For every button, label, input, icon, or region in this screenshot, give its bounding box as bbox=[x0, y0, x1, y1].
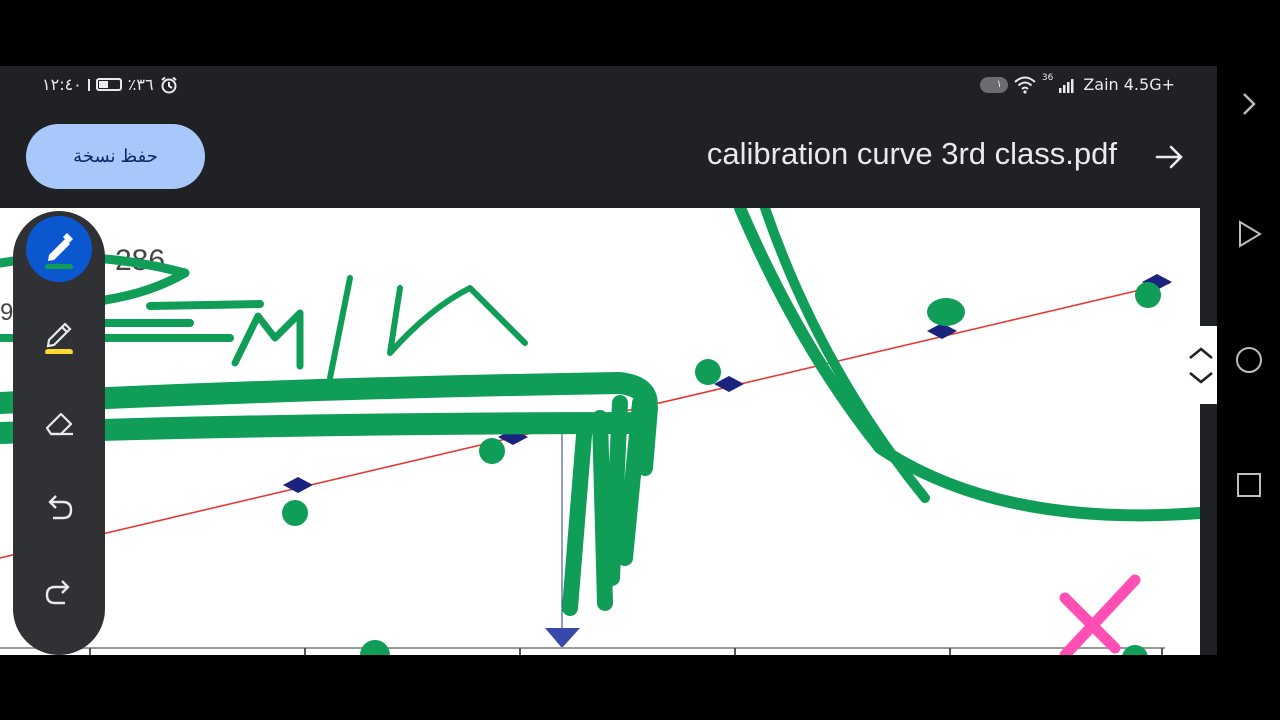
highlighter-tool-button[interactable] bbox=[26, 301, 92, 367]
projection-arrowhead bbox=[545, 628, 580, 648]
wifi-icon bbox=[1014, 76, 1036, 94]
status-left-group: ١٢:٤٠ ٪٣٦ bbox=[42, 75, 178, 94]
battery-icon bbox=[95, 78, 122, 91]
bottom-letterbox bbox=[0, 655, 1280, 720]
recents-square-icon[interactable] bbox=[1233, 469, 1265, 501]
pdf-page-canvas[interactable]: 286 9 bbox=[0, 208, 1200, 655]
clock: ١٢:٤٠ bbox=[42, 75, 82, 94]
redo-button[interactable] bbox=[26, 560, 92, 626]
toolbar-header: حفظ نسخة calibration curve 3rd class.pdf bbox=[0, 106, 1217, 208]
play-icon[interactable] bbox=[1233, 218, 1265, 250]
carrier-name: Zain 4.5G+ bbox=[1083, 75, 1175, 94]
battery-percent: ٪٣٦ bbox=[127, 75, 154, 94]
chevron-up-down-icon bbox=[1189, 347, 1213, 384]
ink-annotations bbox=[0, 208, 1200, 616]
alarm-icon bbox=[160, 76, 177, 93]
redo-icon bbox=[45, 580, 70, 605]
vpn-badge: ١ bbox=[979, 76, 1008, 93]
signal-icon bbox=[1059, 78, 1074, 93]
top-letterbox bbox=[0, 0, 1280, 66]
x-axis-ticks bbox=[89, 648, 1163, 655]
status-right-group: ١ 36 Zain 4.5G+ bbox=[979, 72, 1175, 94]
pen-icon bbox=[45, 233, 73, 269]
save-copy-button[interactable]: حفظ نسخة bbox=[26, 124, 205, 189]
annotation-toolbar bbox=[13, 211, 105, 655]
chevron-right-icon[interactable] bbox=[1233, 88, 1265, 120]
calibration-curve-page: 286 9 bbox=[0, 208, 1200, 655]
pdf-viewer-app: ١٢:٤٠ ٪٣٦ ١ 36 Zain 4.5G+ حفظ نسخة calib… bbox=[0, 66, 1217, 655]
pen-tool-button[interactable] bbox=[26, 216, 92, 282]
undo-button[interactable] bbox=[26, 475, 92, 541]
r-squared-fragment: 9 bbox=[0, 299, 13, 326]
system-navigation-bar bbox=[1217, 66, 1280, 655]
pink-x-mark bbox=[1059, 574, 1141, 655]
status-divider bbox=[87, 78, 90, 91]
arrow-right-icon[interactable] bbox=[1153, 140, 1187, 174]
document-title: calibration curve 3rd class.pdf bbox=[706, 136, 1117, 171]
home-circle-icon[interactable] bbox=[1233, 344, 1265, 376]
network-type: 36 bbox=[1041, 72, 1054, 83]
undo-icon bbox=[48, 495, 73, 520]
highlighter-icon bbox=[45, 322, 73, 354]
eraser-icon bbox=[45, 412, 73, 436]
status-bar: ١٢:٤٠ ٪٣٦ ١ 36 Zain 4.5G+ bbox=[0, 66, 1217, 106]
ink-dots bbox=[282, 282, 1161, 655]
eraser-tool-button[interactable] bbox=[26, 389, 92, 455]
